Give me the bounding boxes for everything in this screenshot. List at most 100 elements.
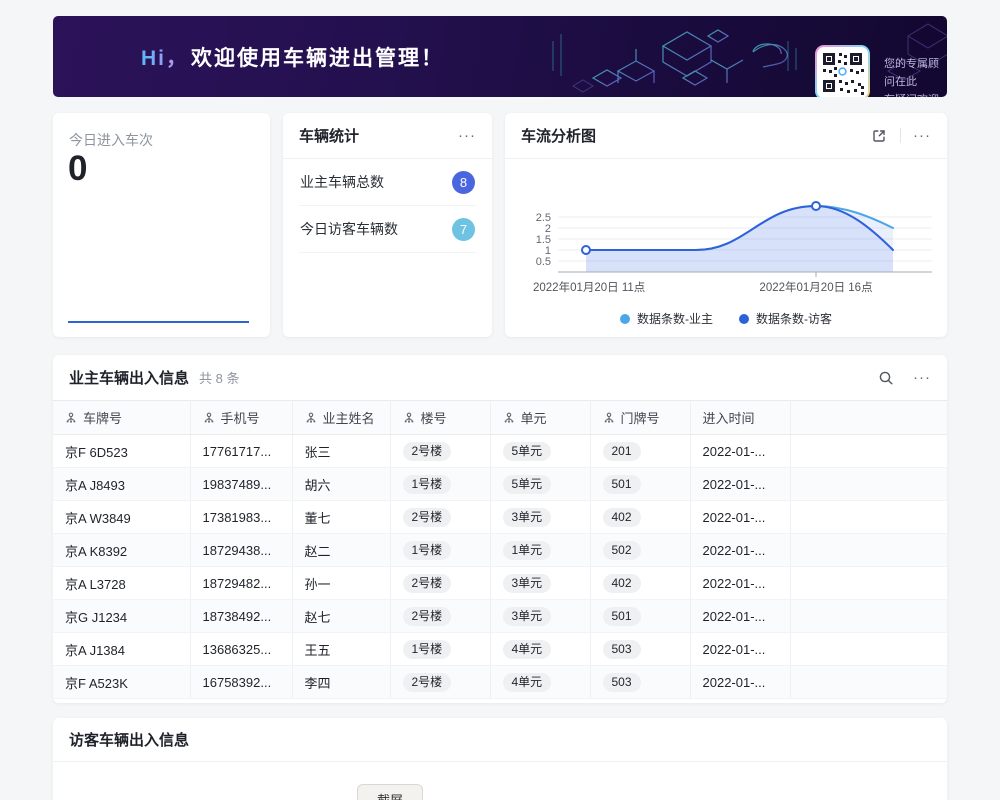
- unit-tag: 5单元: [503, 475, 552, 494]
- unit-tag: 1单元: [503, 541, 552, 560]
- traffic-analysis-chart: 0.511.522.52022年01月20日 11点2022年01月20日 16…: [505, 167, 947, 307]
- stat-accent-line: [68, 321, 249, 323]
- stats-row-label: 今日访客车辆数: [300, 219, 398, 239]
- cell-unit: 3单元: [490, 600, 590, 633]
- door-tag: 402: [603, 574, 641, 593]
- owner-vehicle-table: 车牌号手机号业主姓名楼号单元门牌号进入时间 京F 6D52317761717..…: [53, 400, 947, 699]
- cell-door: 503: [590, 666, 690, 699]
- column-header-label: 门牌号: [621, 408, 660, 427]
- unit-tag: 4单元: [503, 673, 552, 692]
- door-tag: 402: [603, 508, 641, 527]
- cell-unit: 5单元: [490, 468, 590, 501]
- table-row: 京F 6D52317761717...张三2号楼5单元2012022-01-..…: [53, 435, 947, 468]
- banner-greeting-hi: Hi，: [141, 42, 191, 72]
- table-row: 京A J138413686325...王五1号楼4单元5032022-01-..…: [53, 633, 947, 666]
- cell-empty: [790, 633, 947, 666]
- owner-table-card: 业主车辆出入信息 共 8 条 ··· 车牌号手机号业主姓名楼号单元门牌号进入时间…: [53, 355, 947, 703]
- cell-plate: 京A J8493: [53, 468, 190, 501]
- table-row: 京F A523K16758392...李四2号楼4单元5032022-01-..…: [53, 666, 947, 699]
- cell-time: 2022-01-...: [690, 666, 790, 699]
- header-divider: [900, 128, 901, 143]
- building-tag: 1号楼: [403, 640, 452, 659]
- qr-caption: 您的专属顾问在此 有疑问欢迎来撩~: [884, 55, 947, 97]
- cell-plate: 京A K8392: [53, 534, 190, 567]
- building-tag: 2号楼: [403, 508, 452, 527]
- cell-door: 501: [590, 600, 690, 633]
- cell-plate: 京F A523K: [53, 666, 190, 699]
- column-header-6: 门牌号: [590, 401, 690, 435]
- cell-time: 2022-01-...: [690, 534, 790, 567]
- table-row: 京A L372818729482...孙一2号楼3单元4022022-01-..…: [53, 567, 947, 600]
- cell-building: 2号楼: [390, 435, 490, 468]
- chart-legend: 数据条数-业主 数据条数-访客: [505, 310, 947, 327]
- door-tag: 502: [603, 541, 641, 560]
- banner-greeting-text: 欢迎使用车辆进出管理！: [191, 42, 444, 72]
- cell-plate: 京A J1384: [53, 633, 190, 666]
- screenshot-tooltip-label: 截屏: [377, 790, 403, 800]
- svg-text:2022年01月20日 11点: 2022年01月20日 11点: [533, 280, 645, 294]
- cell-name: 赵二: [292, 534, 390, 567]
- stats-count-badge: 7: [452, 218, 475, 241]
- cell-phone: 16758392...: [190, 666, 292, 699]
- traffic-chart-title: 车流分析图: [521, 125, 596, 146]
- cell-building: 1号楼: [390, 534, 490, 567]
- cell-empty: [790, 666, 947, 699]
- column-header-label: 手机号: [221, 408, 260, 427]
- cell-phone: 13686325...: [190, 633, 292, 666]
- cell-door: 402: [590, 501, 690, 534]
- traffic-chart-card: 车流分析图 ··· 0.511.522.52022年01月20日 11点2022…: [505, 113, 947, 337]
- svg-text:2.5: 2.5: [536, 212, 551, 224]
- cell-phone: 19837489...: [190, 468, 292, 501]
- cell-plate: 京G J1234: [53, 600, 190, 633]
- cell-phone: 17381983...: [190, 501, 292, 534]
- stats-row: 业主车辆总数8: [299, 159, 476, 206]
- cell-name: 董七: [292, 501, 390, 534]
- legend-label: 数据条数-访客: [756, 310, 832, 327]
- expand-icon[interactable]: [870, 127, 888, 145]
- door-tag: 501: [603, 475, 641, 494]
- building-tag: 2号楼: [403, 673, 452, 692]
- cell-time: 2022-01-...: [690, 501, 790, 534]
- vehicle-stats-list: 业主车辆总数8 今日访客车辆数 7: [283, 159, 492, 253]
- owner-table-count: 共 8 条: [199, 368, 239, 387]
- building-tag: 1号楼: [403, 541, 452, 560]
- cell-unit: 3单元: [490, 501, 590, 534]
- cell-plate: 京F 6D523: [53, 435, 190, 468]
- table-row: 京A K839218729438...赵二 1号楼 1单元 502 2022-01-..…: [53, 534, 947, 567]
- cell-building: 1号楼: [390, 633, 490, 666]
- cell-phone: 18729438...: [190, 534, 292, 567]
- column-header-4: 楼号: [390, 401, 490, 435]
- visitor-table-title: 访客车辆出入信息: [69, 729, 189, 750]
- cell-unit: 5单元: [490, 435, 590, 468]
- screenshot-tooltip[interactable]: 截屏: [357, 784, 423, 800]
- cell-building: 2号楼: [390, 501, 490, 534]
- more-icon[interactable]: ···: [913, 128, 931, 143]
- door-tag: 503: [603, 640, 641, 659]
- svg-text:1: 1: [545, 245, 551, 257]
- column-header-2: 手机号: [190, 401, 292, 435]
- cell-door: 402: [590, 567, 690, 600]
- cell-plate: 京A W3849: [53, 501, 190, 534]
- unit-tag: 3单元: [503, 508, 552, 527]
- legend-item[interactable]: 数据条数-访客: [739, 310, 832, 327]
- welcome-banner: Hi， 欢迎使用车辆进出管理！: [53, 16, 947, 97]
- column-header-7: 进入时间: [690, 401, 790, 435]
- cell-building: 2号楼: [390, 666, 490, 699]
- more-icon[interactable]: ···: [458, 128, 476, 143]
- stats-row: 今日访客车辆数 7: [299, 206, 476, 253]
- cell-phone: 18729482...: [190, 567, 292, 600]
- legend-dot: [620, 314, 630, 324]
- cell-empty: [790, 435, 947, 468]
- cell-unit: 4单元: [490, 633, 590, 666]
- cell-name: 胡六: [292, 468, 390, 501]
- vehicle-stats-title: 车辆统计: [299, 125, 359, 146]
- cell-door: 201: [590, 435, 690, 468]
- legend-item[interactable]: 数据条数-业主: [620, 310, 713, 327]
- cell-unit: 4单元: [490, 666, 590, 699]
- cell-empty: [790, 468, 947, 501]
- search-icon[interactable]: [877, 369, 895, 387]
- field-type-icon: [603, 412, 615, 424]
- more-icon[interactable]: ···: [913, 370, 931, 385]
- cell-door: 503: [590, 633, 690, 666]
- cell-time: 2022-01-...: [690, 633, 790, 666]
